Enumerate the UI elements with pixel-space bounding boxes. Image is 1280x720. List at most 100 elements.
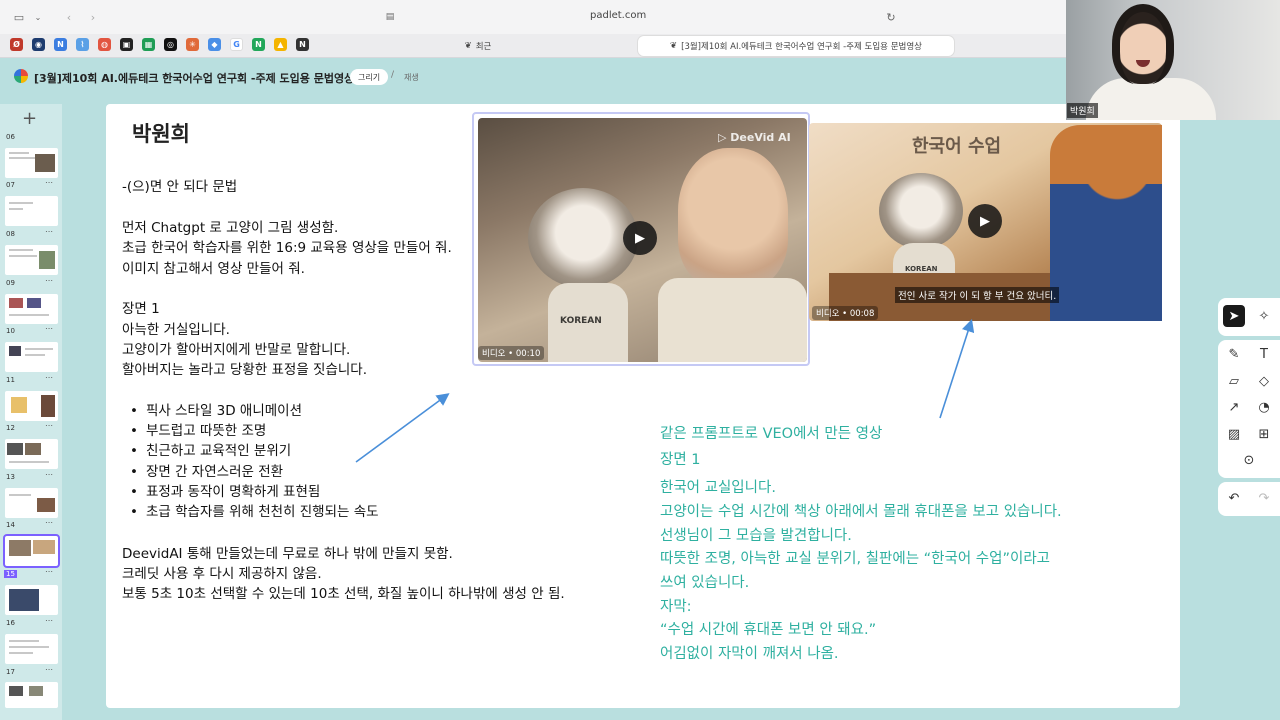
slide-number: 07 bbox=[6, 181, 15, 189]
magic-wand-icon[interactable]: ✧ bbox=[1253, 305, 1275, 327]
pen-icon[interactable]: ✎ bbox=[1223, 343, 1245, 365]
stamp-icon[interactable]: ◔ bbox=[1253, 396, 1275, 418]
redo-icon[interactable]: ↷ bbox=[1253, 487, 1275, 509]
cursor-icon[interactable]: ➤ bbox=[1223, 305, 1245, 327]
slide-number: 13 bbox=[6, 473, 15, 481]
more-icon[interactable]: ⋯ bbox=[45, 227, 53, 236]
reload-icon[interactable]: ↻ bbox=[884, 10, 898, 24]
play-button[interactable]: 재생 bbox=[404, 72, 419, 83]
forward-icon[interactable]: › bbox=[86, 10, 100, 24]
slide-number: 11 bbox=[6, 376, 15, 384]
text-line: DeevidAI 통해 만들었는데 무료로 하나 밖에 만들지 못함. bbox=[122, 546, 453, 562]
play-icon[interactable]: ▶ bbox=[968, 204, 1002, 238]
back-icon[interactable]: ‹ bbox=[62, 10, 76, 24]
text-icon[interactable]: T bbox=[1253, 343, 1275, 365]
video-subtitle: 전인 사로 작가 이 되 항 부 건요 았너티. bbox=[895, 287, 1060, 303]
more-icon[interactable]: ⋯ bbox=[45, 324, 53, 333]
tab-board[interactable]: ❦ [3월]제10회 AI.에듀테크 한국어수업 연구회 -주제 도입용 문법영… bbox=[638, 36, 954, 56]
padlet-logo-icon[interactable] bbox=[14, 69, 28, 83]
grandfather-figure bbox=[678, 148, 788, 288]
teal-text-line: 선생님이 그 모습을 발견합니다. bbox=[660, 528, 852, 544]
slide-number: 14 bbox=[6, 521, 15, 529]
image-icon[interactable]: ▨ bbox=[1223, 423, 1245, 445]
separator: / bbox=[391, 70, 395, 80]
add-media-icon[interactable]: ⊞ bbox=[1253, 423, 1275, 445]
slide-number: 17 bbox=[6, 668, 15, 676]
teal-text-line: 쓰여 있습니다. bbox=[660, 575, 750, 591]
slide-thumbnail[interactable] bbox=[5, 148, 58, 178]
sticky-note-icon[interactable]: ▱ bbox=[1223, 370, 1245, 392]
add-slide-button[interactable]: + bbox=[22, 108, 37, 129]
more-icon[interactable]: ⋯ bbox=[45, 665, 53, 674]
slide-thumbnail[interactable] bbox=[5, 342, 58, 372]
presenter-hair bbox=[1112, 4, 1174, 84]
bullet-item: 부드럽고 따뜻한 조명 bbox=[130, 419, 266, 439]
bookmark-icon-1[interactable]: Ø bbox=[10, 38, 23, 51]
teal-text-line: 자막: bbox=[660, 599, 692, 615]
text-line: 고양이가 할아버지에게 반말로 말합니다. bbox=[122, 342, 351, 358]
board-title: [3월]제10회 AI.에듀테크 한국어수업 연구회 -주제 도입용 문법영상 bbox=[34, 72, 355, 85]
more-icon[interactable]: ⋯ bbox=[45, 276, 53, 285]
bookmark-icon-8[interactable]: ◎ bbox=[164, 38, 177, 51]
more-options-icon[interactable]: ⊙ bbox=[1238, 449, 1260, 471]
address-bar[interactable]: padlet.com bbox=[590, 10, 646, 21]
text-line: 할아버지는 놀라고 당황한 표정을 짓습니다. bbox=[122, 362, 368, 378]
slide-number: 16 bbox=[6, 619, 15, 627]
bookmark-icon-7[interactable]: ▦ bbox=[142, 38, 155, 51]
more-icon[interactable]: ⋯ bbox=[45, 421, 53, 430]
padlet-tab-icon: ❦ bbox=[670, 41, 678, 51]
arrow-icon[interactable]: ↗ bbox=[1223, 396, 1245, 418]
korean-tag: KOREAN bbox=[905, 265, 938, 273]
sidebar-toggle-icon[interactable]: ▭ bbox=[12, 10, 26, 24]
more-icon[interactable]: ⋯ bbox=[45, 518, 53, 527]
webcam-feed bbox=[1066, 0, 1280, 120]
more-icon[interactable]: ⋯ bbox=[45, 178, 53, 187]
bookmark-icon-6[interactable]: ▣ bbox=[120, 38, 133, 51]
bookmark-icon-11[interactable]: G bbox=[230, 38, 243, 51]
webcam-name-label: 박원희 bbox=[1067, 103, 1098, 118]
video-duration-label: 비디오 • 00:10 bbox=[478, 346, 545, 360]
author-name: 박원희 bbox=[132, 122, 190, 146]
more-icon[interactable]: ⋯ bbox=[45, 373, 53, 382]
slide-thumbnail[interactable] bbox=[5, 634, 58, 664]
bookmark-icon-12[interactable]: N bbox=[252, 38, 265, 51]
bookmark-icon-4[interactable]: ⌇ bbox=[76, 38, 89, 51]
more-icon[interactable]: ⋯ bbox=[45, 616, 53, 625]
slide-thumbnail[interactable] bbox=[5, 682, 58, 708]
bookmark-icon-10[interactable]: ◆ bbox=[208, 38, 221, 51]
korean-tag: KOREAN bbox=[560, 316, 602, 326]
bookmark-icon-5[interactable]: ◍ bbox=[98, 38, 111, 51]
presenter-body bbox=[1086, 78, 1216, 120]
tab-recent[interactable]: ❦ 최근 bbox=[318, 36, 638, 56]
bookmark-icon-2[interactable]: ◉ bbox=[32, 38, 45, 51]
slide-number: 10 bbox=[6, 327, 15, 335]
teal-text-line: 따뜻한 조명, 아늑한 교실 분위기, 칠판에는 “한국어 수업”이라고 bbox=[660, 551, 1051, 567]
bookmark-icon-9[interactable]: ✳ bbox=[186, 38, 199, 51]
bullet-item: 픽사 스타일 3D 애니메이션 bbox=[130, 399, 302, 419]
bookmark-icon-14[interactable]: N bbox=[296, 38, 309, 51]
teal-text-line: 장면 1 bbox=[660, 452, 701, 468]
slide-thumbnail[interactable] bbox=[5, 294, 58, 324]
text-line: 아늑한 거실입니다. bbox=[122, 322, 230, 338]
slide-thumbnail[interactable] bbox=[5, 439, 58, 469]
more-icon[interactable]: ⋯ bbox=[45, 470, 53, 479]
teal-text-line: “수업 시간에 휴대폰 보면 안 돼요.” bbox=[660, 622, 877, 638]
undo-icon[interactable]: ↶ bbox=[1223, 487, 1245, 509]
slide-thumbnail[interactable] bbox=[5, 391, 58, 421]
bullet-item: 장면 간 자연스러운 전환 bbox=[130, 460, 283, 480]
slide-thumbnail[interactable] bbox=[5, 196, 58, 226]
slide-thumbnail[interactable] bbox=[5, 585, 58, 615]
text-line: 이미지 참고해서 영상 만들어 줘. bbox=[122, 261, 305, 277]
tab-recent-label: 최근 bbox=[475, 42, 492, 52]
draw-button[interactable]: 그리기 bbox=[350, 69, 389, 85]
slide-thumbnail-selected[interactable] bbox=[3, 534, 60, 568]
slide-thumbnail[interactable] bbox=[5, 488, 58, 518]
teal-text-line: 고양이는 수업 시간에 책상 아래에서 몰래 휴대폰을 보고 있습니다. bbox=[660, 504, 1062, 520]
bookmark-icon-3[interactable]: N bbox=[54, 38, 67, 51]
shape-icon[interactable]: ◇ bbox=[1253, 370, 1275, 392]
chevron-down-icon[interactable]: ⌄ bbox=[32, 10, 44, 24]
slide-thumbnail[interactable] bbox=[5, 245, 58, 275]
play-icon[interactable]: ▶ bbox=[623, 221, 657, 255]
bookmark-icon-13[interactable]: ▲ bbox=[274, 38, 287, 51]
more-icon[interactable]: ⋯ bbox=[45, 567, 53, 576]
